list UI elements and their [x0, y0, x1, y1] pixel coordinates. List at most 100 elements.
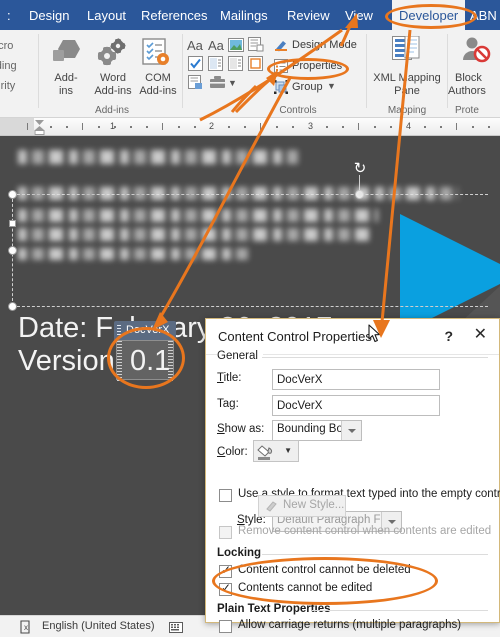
legacy-tools-dropdown-arrow-icon[interactable]: ▼ — [228, 78, 237, 88]
addins-icon[interactable] — [49, 38, 83, 73]
word-addins-icon[interactable] — [95, 38, 131, 73]
design-mode-icon[interactable] — [274, 38, 288, 57]
group-button[interactable]: Group — [292, 81, 323, 93]
ruler-tick — [424, 126, 426, 128]
allow-carriage-returns-checkbox[interactable] — [219, 620, 232, 633]
show-as-select[interactable]: Bounding Box — [272, 420, 362, 441]
group-label-addins: Add-ins — [95, 105, 129, 116]
blurred-text-line — [18, 228, 370, 241]
macro-security-label-2: ording — [0, 60, 17, 72]
tab-mailings[interactable]: Mailings — [213, 0, 275, 30]
tab-view[interactable]: View — [338, 0, 380, 30]
ribbon-body: acro ording curity Add- ins Wor — [0, 30, 500, 118]
xml-mapping-pane-label-line1[interactable]: XML Mapping — [371, 72, 443, 84]
ruler-number-3: 3 — [308, 121, 314, 131]
allow-carriage-returns-checkbox-label[interactable]: Allow carriage returns (multiple paragra… — [238, 619, 461, 631]
word-addins-label-line1[interactable]: Word — [90, 72, 136, 84]
selection-outline-bottom — [12, 306, 488, 307]
group-dropdown-arrow-icon[interactable]: ▼ — [327, 81, 336, 91]
repeating-section-icon[interactable] — [188, 75, 204, 95]
blurred-text-line — [18, 248, 248, 260]
color-button[interactable]: ▼ — [253, 440, 299, 462]
new-style-button[interactable]: New Style... — [258, 495, 346, 517]
title-input[interactable]: DocVerX — [272, 369, 440, 390]
selection-handle-bottom-left[interactable] — [8, 302, 17, 311]
macro-security-label-3: curity — [0, 80, 16, 92]
proofing-errors-icon[interactable]: x — [20, 620, 34, 639]
help-icon[interactable]: ? — [444, 328, 453, 344]
macro-security-label-1: acro — [0, 40, 14, 52]
block-authors-icon[interactable] — [460, 36, 492, 69]
ruler-tick — [244, 126, 246, 128]
combobox-icon[interactable] — [208, 56, 223, 76]
ruler-tick — [358, 123, 359, 130]
xml-mapping-pane-icon[interactable] — [392, 35, 420, 67]
horizontal-ruler[interactable]: 1 2 3 4 — [0, 118, 500, 136]
tab-layout[interactable]: Layout — [80, 0, 133, 30]
legacy-tools-icon[interactable] — [209, 74, 226, 95]
plain-text-aa-icon[interactable]: Aa — [208, 38, 224, 53]
color-dropdown-arrow-icon[interactable]: ▼ — [284, 446, 292, 455]
tab-partial-left[interactable]: : — [0, 0, 18, 30]
group-label-controls: Controls — [279, 105, 317, 116]
com-addins-icon[interactable] — [140, 37, 172, 74]
annotation-ellipse-properties — [267, 58, 349, 80]
building-block-icon[interactable] — [248, 37, 264, 57]
tab-references[interactable]: References — [134, 0, 214, 30]
ruler-tick — [27, 123, 28, 130]
group-icon[interactable] — [274, 80, 288, 99]
ruler-tick — [326, 126, 328, 128]
ruler-tick — [342, 126, 344, 128]
selection-handle-top-left[interactable] — [8, 190, 17, 199]
ruler-tick — [130, 126, 132, 128]
annotation-ellipse-locking-options — [212, 557, 438, 605]
new-style-icon — [266, 500, 278, 515]
new-style-button-label: New Style... — [283, 499, 345, 511]
tab-review[interactable]: Review — [280, 0, 337, 30]
blurred-text-line — [18, 209, 378, 222]
tag-field-label: Tag: — [217, 398, 239, 410]
checkbox-control-icon[interactable] — [188, 56, 203, 76]
picture-icon[interactable] — [228, 38, 244, 57]
rotate-handle-icon[interactable]: ↻ — [352, 161, 368, 177]
ruler-tick — [66, 126, 68, 128]
block-authors-label-line2[interactable]: Authors — [448, 85, 500, 97]
ruler-number-2: 2 — [209, 121, 215, 131]
ruler-tick — [488, 126, 490, 128]
close-icon[interactable]: ✕ — [474, 327, 487, 343]
design-mode-button[interactable]: Design Mode — [292, 39, 357, 51]
section-rule — [262, 357, 488, 358]
group-separator — [182, 34, 183, 108]
ruler-tick — [390, 126, 392, 128]
xml-mapping-pane-label-line2[interactable]: Pane — [371, 85, 443, 97]
ruler-tick — [260, 123, 261, 130]
show-as-field-label: Show as: — [217, 423, 265, 435]
ruler-tick — [276, 126, 278, 128]
block-authors-label-line1[interactable]: Block — [455, 72, 500, 84]
group-label-mapping: Mapping — [387, 105, 427, 116]
rich-text-aa-icon[interactable]: Aa — [187, 38, 203, 53]
word-count-icon[interactable] — [169, 620, 183, 639]
ruler-tick — [374, 126, 376, 128]
annotation-ellipse-content-control — [107, 327, 185, 389]
ruler-tick — [98, 126, 100, 128]
section-label-locking: Locking — [217, 547, 267, 559]
remove-content-control-checkbox-label[interactable]: Remove content control when contents are… — [238, 525, 491, 537]
group-separator — [366, 34, 367, 108]
dropdown-list-icon[interactable] — [228, 56, 243, 76]
tab-design[interactable]: Design — [22, 0, 76, 30]
chevron-down-icon[interactable] — [341, 421, 361, 440]
com-addins-label-line1[interactable]: COM — [136, 72, 180, 84]
selection-handle-square[interactable] — [9, 220, 16, 227]
com-addins-label-line2[interactable]: Add-ins — [132, 85, 184, 97]
tag-input[interactable]: DocVerX — [272, 395, 440, 416]
annotation-ellipse-developer-tab — [385, 4, 477, 29]
addins-label-line1[interactable]: Add- — [42, 72, 90, 84]
date-picker-icon[interactable] — [248, 56, 263, 76]
status-language-label[interactable]: English (United States) — [42, 620, 155, 632]
remove-content-control-checkbox[interactable] — [219, 526, 232, 539]
use-style-checkbox[interactable] — [219, 489, 232, 502]
indent-marker-icon[interactable] — [34, 119, 45, 135]
selection-handle-middle-left[interactable] — [8, 246, 17, 255]
addins-label-line2[interactable]: ins — [42, 85, 90, 97]
